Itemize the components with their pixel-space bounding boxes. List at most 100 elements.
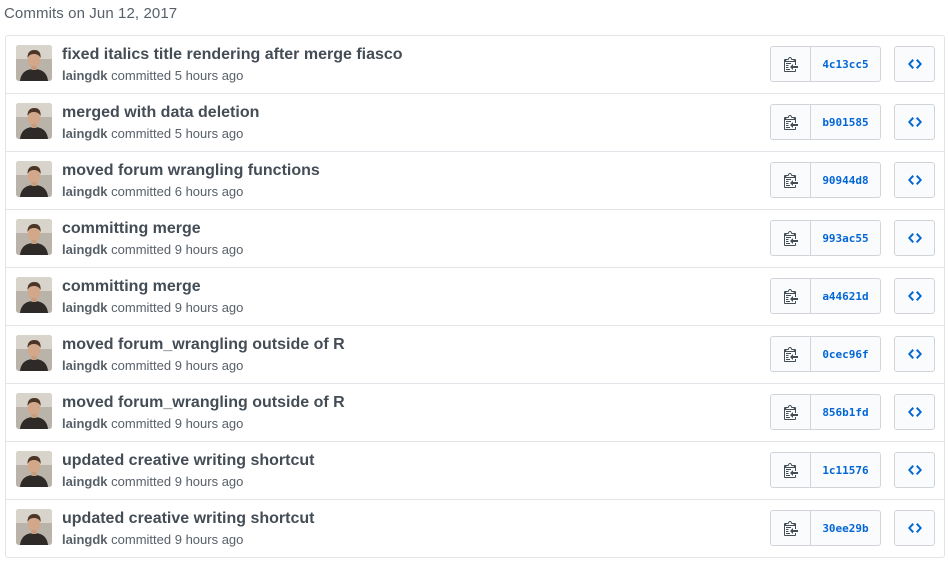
clippy-icon	[783, 57, 798, 72]
commit-meta: laingdk committed 9 hours ago	[62, 242, 243, 257]
browse-repo-button[interactable]	[894, 220, 935, 256]
code-icon	[907, 59, 922, 69]
author-avatar[interactable]	[16, 161, 52, 197]
commit-meta: laingdk committed 9 hours ago	[62, 358, 243, 373]
sha-button-group: b901585	[770, 104, 881, 140]
author-avatar[interactable]	[16, 103, 52, 139]
commit-sha-link[interactable]: b901585	[811, 105, 880, 139]
commit-time: 5 hours ago	[174, 68, 244, 83]
browse-repo-button[interactable]	[894, 336, 935, 372]
copy-sha-button[interactable]	[771, 105, 811, 139]
browse-repo-button[interactable]	[894, 510, 935, 546]
commit-row: moved forum_wrangling outside of R laing…	[6, 383, 944, 441]
commit-row: moved forum wrangling functions laingdk …	[6, 151, 944, 209]
commit-verb: committed	[111, 242, 172, 257]
commit-sha-link[interactable]: 30ee29b	[811, 511, 880, 545]
copy-sha-button[interactable]	[771, 221, 811, 255]
commit-group-header: Commits on Jun 12, 2017	[4, 5, 178, 22]
commit-author-link[interactable]: laingdk	[62, 126, 108, 141]
clippy-icon	[783, 405, 798, 420]
sha-button-group: 4c13cc5	[770, 46, 881, 82]
commit-title-link[interactable]: updated creative writing shortcut	[62, 452, 314, 470]
commit-row: moved forum_wrangling outside of R laing…	[6, 325, 944, 383]
commit-author-link[interactable]: laingdk	[62, 184, 108, 199]
commit-time: 5 hours ago	[174, 126, 244, 141]
commit-title-link[interactable]: committing merge	[62, 220, 201, 238]
clippy-icon	[783, 347, 798, 362]
browse-repo-button[interactable]	[894, 46, 935, 82]
code-icon	[907, 175, 922, 185]
author-avatar[interactable]	[16, 277, 52, 313]
commit-verb: committed	[111, 474, 172, 489]
commit-time: 9 hours ago	[174, 300, 244, 315]
clippy-icon	[783, 521, 798, 536]
sha-button-group: 90944d8	[770, 162, 881, 198]
clippy-icon	[783, 115, 798, 130]
commit-time: 9 hours ago	[174, 532, 244, 547]
commit-author-link[interactable]: laingdk	[62, 358, 108, 373]
copy-sha-button[interactable]	[771, 511, 811, 545]
browse-repo-button[interactable]	[894, 278, 935, 314]
commit-verb: committed	[111, 126, 172, 141]
browse-repo-button[interactable]	[894, 162, 935, 198]
commit-sha-link[interactable]: a44621d	[811, 279, 880, 313]
commit-time: 9 hours ago	[174, 358, 244, 373]
browse-repo-button[interactable]	[894, 394, 935, 430]
commit-sha-link[interactable]: 1c11576	[811, 453, 880, 487]
author-avatar[interactable]	[16, 451, 52, 487]
commit-row: updated creative writing shortcut laingd…	[6, 441, 944, 499]
commit-title-link[interactable]: merged with data deletion	[62, 104, 259, 122]
commit-author-link[interactable]: laingdk	[62, 474, 108, 489]
commit-author-link[interactable]: laingdk	[62, 416, 108, 431]
commit-author-link[interactable]: laingdk	[62, 300, 108, 315]
browse-repo-button[interactable]	[894, 104, 935, 140]
commit-author-link[interactable]: laingdk	[62, 68, 108, 83]
browse-repo-button[interactable]	[894, 452, 935, 488]
commit-list: fixed italics title rendering after merg…	[5, 35, 945, 558]
code-icon	[907, 407, 922, 417]
author-avatar[interactable]	[16, 219, 52, 255]
commit-title-link[interactable]: updated creative writing shortcut	[62, 510, 314, 528]
clippy-icon	[783, 289, 798, 304]
commit-title-link[interactable]: moved forum wrangling functions	[62, 162, 320, 180]
author-avatar[interactable]	[16, 335, 52, 371]
commit-row: fixed italics title rendering after merg…	[6, 36, 944, 93]
copy-sha-button[interactable]	[771, 337, 811, 371]
author-avatar[interactable]	[16, 393, 52, 429]
clippy-icon	[783, 173, 798, 188]
commit-time: 9 hours ago	[174, 416, 244, 431]
sha-button-group: a44621d	[770, 278, 881, 314]
code-icon	[907, 523, 922, 533]
commit-verb: committed	[111, 416, 172, 431]
commit-sha-link[interactable]: 993ac55	[811, 221, 880, 255]
author-avatar[interactable]	[16, 509, 52, 545]
commit-sha-link[interactable]: 856b1fd	[811, 395, 880, 429]
code-icon	[907, 291, 922, 301]
sha-button-group: 993ac55	[770, 220, 881, 256]
commit-title-link[interactable]: committing merge	[62, 278, 201, 296]
commit-title-link[interactable]: moved forum_wrangling outside of R	[62, 394, 345, 412]
commit-title-link[interactable]: moved forum_wrangling outside of R	[62, 336, 345, 354]
commit-sha-link[interactable]: 4c13cc5	[811, 47, 880, 81]
commit-author-link[interactable]: laingdk	[62, 242, 108, 257]
author-avatar[interactable]	[16, 45, 52, 81]
copy-sha-button[interactable]	[771, 395, 811, 429]
commit-meta: laingdk committed 9 hours ago	[62, 474, 243, 489]
commit-title-link[interactable]: fixed italics title rendering after merg…	[62, 46, 403, 64]
commit-meta: laingdk committed 5 hours ago	[62, 68, 243, 83]
code-icon	[907, 117, 922, 127]
copy-sha-button[interactable]	[771, 279, 811, 313]
commit-meta: laingdk committed 6 hours ago	[62, 184, 243, 199]
commit-row: updated creative writing shortcut laingd…	[6, 499, 944, 557]
sha-button-group: 0cec96f	[770, 336, 881, 372]
copy-sha-button[interactable]	[771, 47, 811, 81]
copy-sha-button[interactable]	[771, 163, 811, 197]
commit-sha-link[interactable]: 90944d8	[811, 163, 880, 197]
commit-time: 9 hours ago	[174, 242, 244, 257]
commit-row: committing merge laingdk committed 9 hou…	[6, 267, 944, 325]
copy-sha-button[interactable]	[771, 453, 811, 487]
commit-sha-link[interactable]: 0cec96f	[811, 337, 880, 371]
sha-button-group: 856b1fd	[770, 394, 881, 430]
commit-verb: committed	[111, 300, 172, 315]
commit-author-link[interactable]: laingdk	[62, 532, 108, 547]
